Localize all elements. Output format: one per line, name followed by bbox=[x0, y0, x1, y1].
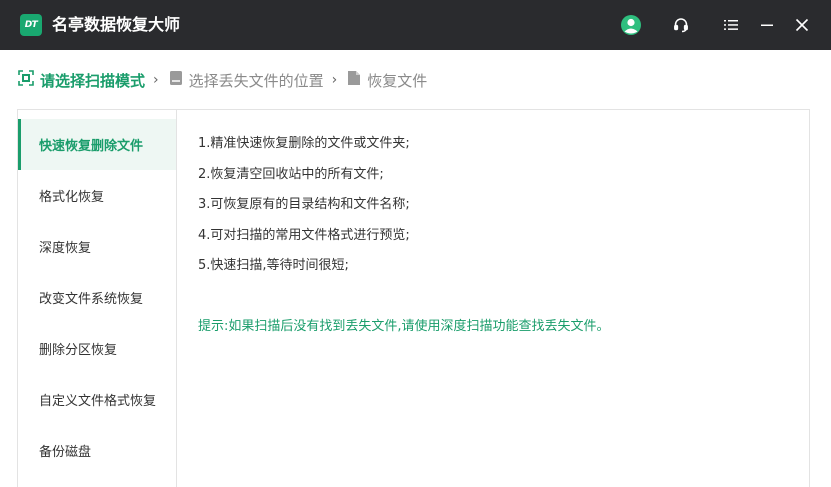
step-label: 恢复文件 bbox=[367, 71, 428, 90]
file-icon bbox=[347, 70, 361, 90]
sidebar-item-backup-disk[interactable]: 备份磁盘 bbox=[18, 425, 176, 476]
title-bar: DT 名亭数据恢复大师 bbox=[0, 0, 831, 50]
user-icon[interactable] bbox=[619, 13, 643, 37]
scan-mode-sidebar: 快速恢复删除文件 格式化恢复 深度恢复 改变文件系统恢复 删除分区恢复 自定义文… bbox=[18, 110, 177, 487]
step-breadcrumb: 请选择扫描模式 › 选择丢失文件的位置 › 恢复文件 bbox=[18, 66, 427, 94]
tip-text: 提示:如果扫描后没有找到丢失文件,请使用深度扫描功能查找丢失文件。 bbox=[198, 319, 610, 334]
minimize-icon[interactable] bbox=[755, 13, 779, 37]
sidebar-item-format-recover[interactable]: 格式化恢复 bbox=[18, 170, 176, 221]
step-choose-location: 选择丢失文件的位置 bbox=[169, 70, 324, 91]
drive-icon bbox=[169, 70, 183, 90]
app-logo: DT bbox=[20, 14, 42, 36]
headset-icon[interactable] bbox=[669, 13, 693, 37]
close-icon[interactable] bbox=[790, 13, 814, 37]
step-recover-files: 恢复文件 bbox=[347, 70, 427, 91]
sidebar-item-deep-recover[interactable]: 深度恢复 bbox=[18, 221, 176, 272]
step-label: 请选择扫描模式 bbox=[40, 71, 146, 90]
main-panel: 快速恢复删除文件 格式化恢复 深度恢复 改变文件系统恢复 删除分区恢复 自定义文… bbox=[17, 109, 810, 487]
scan-mode-icon bbox=[18, 70, 34, 90]
menu-icon[interactable] bbox=[719, 13, 743, 37]
step-scan-mode: 请选择扫描模式 bbox=[18, 70, 145, 91]
description-line: 2.恢复清空回收站中的所有文件; bbox=[198, 167, 384, 182]
description-line: 4.可对扫描的常用文件格式进行预览; bbox=[198, 228, 410, 243]
step-label: 选择丢失文件的位置 bbox=[188, 71, 324, 90]
sidebar-item-quick-recover[interactable]: 快速恢复删除文件 bbox=[18, 119, 176, 170]
description-line: 5.快速扫描,等待时间很短; bbox=[198, 258, 349, 273]
sidebar-item-fs-change-recover[interactable]: 改变文件系统恢复 bbox=[18, 272, 176, 323]
app-title: 名亭数据恢复大师 bbox=[52, 15, 181, 34]
description-line: 1.精准快速恢复删除的文件或文件夹; bbox=[198, 136, 410, 151]
sidebar-item-partition-recover[interactable]: 删除分区恢复 bbox=[18, 323, 176, 374]
sidebar-item-custom-format-recover[interactable]: 自定义文件格式恢复 bbox=[18, 374, 176, 425]
chevron-right-icon: › bbox=[331, 72, 338, 88]
chevron-right-icon: › bbox=[153, 72, 159, 88]
description-line: 3.可恢复原有的目录结构和文件名称; bbox=[198, 197, 410, 212]
